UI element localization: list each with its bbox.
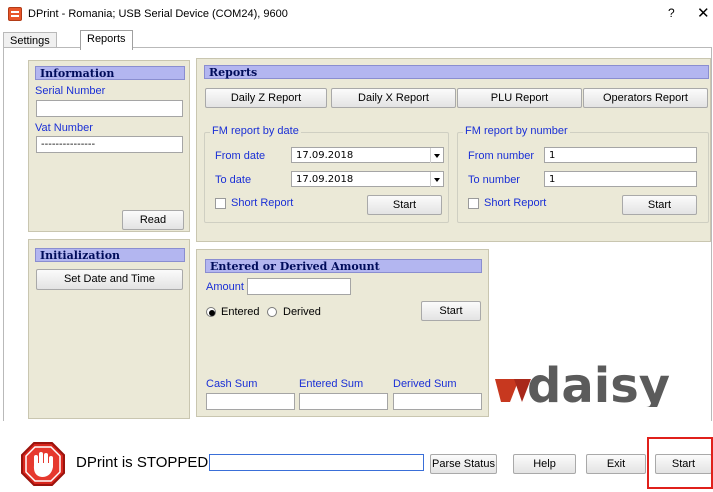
short-report-number-label: Short Report	[484, 197, 547, 209]
parse-status-button[interactable]: Parse Status	[430, 454, 497, 474]
derived-label: Derived	[283, 306, 321, 318]
exit-button[interactable]: Exit	[586, 454, 646, 474]
logo-text: daisy	[527, 358, 670, 407]
tab-reports[interactable]: Reports	[80, 30, 133, 50]
start-button-highlight	[647, 437, 713, 489]
set-date-time-button[interactable]: Set Date and Time	[36, 269, 183, 290]
to-date-select[interactable]: 17.09.2018	[291, 171, 444, 187]
short-report-checkbox[interactable]	[215, 198, 226, 209]
to-date-value: 17.09.2018	[296, 174, 354, 185]
to-number-field[interactable]: 1	[544, 171, 697, 187]
chevron-down-icon[interactable]	[430, 172, 443, 187]
derived-sum-label: Derived Sum	[393, 378, 457, 390]
vat-number-label: Vat Number	[35, 122, 93, 134]
reports-panel: Reports Daily Z Report Daily X Report PL…	[196, 58, 711, 242]
short-report-number-checkbox[interactable]	[468, 198, 479, 209]
vat-number-field[interactable]: ---------------	[36, 136, 183, 153]
fm-report-by-number-group: FM report by number From number 1 To num…	[457, 125, 709, 223]
status-field[interactable]	[209, 454, 424, 471]
derived-radio[interactable]	[267, 307, 277, 317]
entered-label: Entered	[221, 306, 260, 318]
to-number-label: To number	[468, 174, 520, 186]
status-text: DPrint is STOPPED	[76, 454, 209, 471]
information-panel: Information Serial Number Vat Number ---…	[28, 60, 190, 232]
short-report-label: Short Report	[231, 197, 294, 209]
amount-panel: Entered or Derived Amount Amount Entered…	[196, 249, 489, 417]
start-date-report-button[interactable]: Start	[367, 195, 442, 215]
entered-sum-label: Entered Sum	[299, 378, 364, 390]
derived-sum-field[interactable]	[393, 393, 482, 410]
from-date-value: 17.09.2018	[296, 150, 354, 161]
from-number-label: From number	[468, 150, 535, 162]
from-number-field[interactable]: 1	[544, 147, 697, 163]
help-title-button[interactable]: ?	[668, 6, 675, 20]
daisy-logo: daisy	[489, 357, 709, 414]
amount-field[interactable]	[247, 278, 351, 295]
cash-sum-label: Cash Sum	[206, 378, 258, 390]
cash-sum-field[interactable]	[206, 393, 295, 410]
title-bar: DPrint - Romania; USB Serial Device (COM…	[0, 0, 713, 30]
initialization-header: Initialization	[35, 248, 185, 262]
reports-header: Reports	[204, 65, 709, 79]
initialization-panel: Initialization Set Date and Time	[28, 239, 190, 419]
from-date-label: From date	[215, 150, 266, 162]
to-date-label: To date	[215, 174, 252, 186]
information-header: Information	[35, 66, 185, 80]
operators-report-button[interactable]: Operators Report	[583, 88, 708, 108]
fm-report-by-date-group: FM report by date From date 17.09.2018 T…	[204, 125, 449, 223]
fm-report-by-number-legend: FM report by number	[463, 125, 570, 137]
amount-header: Entered or Derived Amount	[205, 259, 482, 273]
from-date-select[interactable]: 17.09.2018	[291, 147, 444, 163]
daily-x-report-button[interactable]: Daily X Report	[331, 88, 456, 108]
read-button[interactable]: Read	[122, 210, 184, 230]
entered-sum-field[interactable]	[299, 393, 388, 410]
daisy-logo-mark: daisy	[495, 358, 670, 414]
fm-report-by-date-legend: FM report by date	[210, 125, 301, 137]
close-icon[interactable]: ✕	[697, 4, 710, 22]
help-button[interactable]: Help	[513, 454, 576, 474]
amount-label: Amount	[206, 281, 244, 293]
window-title: DPrint - Romania; USB Serial Device (COM…	[28, 8, 288, 20]
daily-z-report-button[interactable]: Daily Z Report	[205, 88, 327, 108]
chevron-down-icon[interactable]	[430, 148, 443, 163]
entered-radio[interactable]	[206, 307, 216, 317]
amount-start-button[interactable]: Start	[421, 301, 481, 321]
plu-report-button[interactable]: PLU Report	[457, 88, 582, 108]
start-number-report-button[interactable]: Start	[622, 195, 697, 215]
stop-hand-icon	[21, 442, 65, 486]
app-icon	[8, 7, 22, 21]
serial-number-label: Serial Number	[35, 85, 106, 97]
serial-number-field[interactable]	[36, 100, 183, 117]
